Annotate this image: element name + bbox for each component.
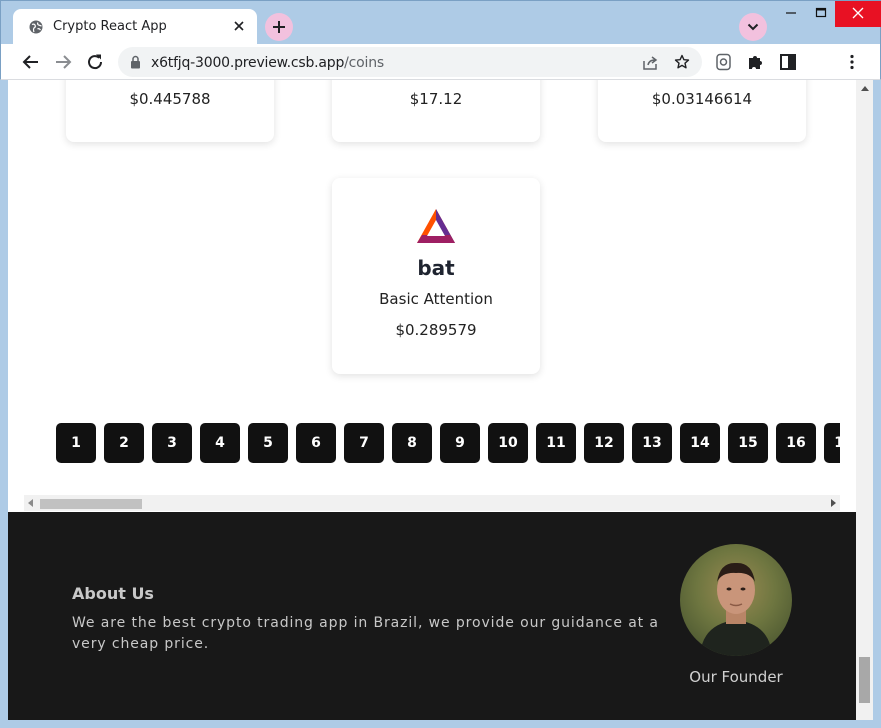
page-button[interactable]: 14 xyxy=(680,423,720,463)
page-button[interactable]: 6 xyxy=(296,423,336,463)
puzzle-extensions-icon[interactable] xyxy=(747,53,765,71)
minimize-button[interactable] xyxy=(775,1,807,27)
page-button[interactable]: 16 xyxy=(776,423,816,463)
page-button[interactable]: 17 xyxy=(824,423,840,463)
coin-price: $17.12 xyxy=(409,90,463,108)
page-button[interactable]: 11 xyxy=(536,423,576,463)
maximize-button[interactable] xyxy=(805,1,837,27)
page-button[interactable]: 15 xyxy=(728,423,768,463)
close-tab-icon[interactable] xyxy=(231,18,247,34)
maximize-icon xyxy=(815,7,827,18)
coin-price: $0.445788 xyxy=(129,90,211,108)
page-button[interactable]: 8 xyxy=(392,423,432,463)
address-bar[interactable]: x6tfjq-3000.preview.csb.app/coins xyxy=(118,47,702,77)
tab-title: Crypto React App xyxy=(53,19,167,34)
close-icon xyxy=(852,7,864,19)
scroll-up-icon[interactable] xyxy=(861,86,869,92)
browser-tab[interactable]: Crypto React App xyxy=(13,9,257,45)
chevron-down-icon xyxy=(747,23,759,31)
page-button[interactable]: 9 xyxy=(440,423,480,463)
forward-arrow-icon[interactable] xyxy=(52,51,74,73)
coin-name: Basic Attention xyxy=(379,290,493,308)
bookmark-star-icon[interactable] xyxy=(674,54,690,70)
page-button[interactable]: 1 xyxy=(56,423,96,463)
new-tab-button[interactable] xyxy=(265,13,293,41)
side-panel-icon[interactable] xyxy=(779,53,797,71)
footer: About Us We are the best crypto trading … xyxy=(8,512,856,720)
back-arrow-icon[interactable] xyxy=(20,51,42,73)
coin-price: $0.289579 xyxy=(395,321,477,339)
coin-card[interactable]: $17.12 xyxy=(332,80,540,142)
horizontal-scrollbar[interactable] xyxy=(24,495,840,511)
browser-titlebar: Crypto React App xyxy=(0,0,881,45)
window-frame-left xyxy=(0,80,8,728)
page-button[interactable]: 2 xyxy=(104,423,144,463)
about-text: We are the best crypto trading app in Br… xyxy=(72,615,659,652)
page-button[interactable]: 3 xyxy=(152,423,192,463)
window-frame-right xyxy=(873,80,881,728)
coin-symbol: bat xyxy=(417,256,455,280)
about-title: About Us xyxy=(72,584,154,603)
page-button[interactable]: 7 xyxy=(344,423,384,463)
extension-shield-icon[interactable] xyxy=(715,53,733,71)
coin-price: $0.03146614 xyxy=(651,90,753,108)
coin-card-bat[interactable]: bat Basic Attention $0.289579 xyxy=(332,178,540,374)
page-button[interactable]: 10 xyxy=(488,423,528,463)
page-viewport: $0.445788 $17.12 $0.03146614 bat Basic A… xyxy=(8,80,856,720)
url-host: x6tfjq-3000.preview.csb.app xyxy=(151,55,345,71)
founder-portrait xyxy=(700,562,772,656)
reload-icon[interactable] xyxy=(84,51,106,73)
page-button[interactable]: 4 xyxy=(200,423,240,463)
founder-label: Our Founder xyxy=(689,668,783,686)
page-button[interactable]: 5 xyxy=(248,423,288,463)
vertical-scrollbar[interactable] xyxy=(856,80,873,720)
scroll-left-icon[interactable] xyxy=(28,499,34,507)
globe-icon xyxy=(29,20,43,34)
close-window-button[interactable] xyxy=(835,1,881,27)
url-text: x6tfjq-3000.preview.csb.app/coins xyxy=(151,55,384,71)
browser-toolbar: x6tfjq-3000.preview.csb.app/coins xyxy=(0,44,881,80)
page-button[interactable]: 12 xyxy=(584,423,624,463)
coin-card[interactable]: $0.03146614 xyxy=(598,80,806,142)
scroll-thumb[interactable] xyxy=(859,657,870,703)
plus-icon xyxy=(273,21,285,33)
share-icon[interactable] xyxy=(642,55,660,71)
scroll-right-icon[interactable] xyxy=(830,499,836,507)
minimize-icon xyxy=(786,12,796,14)
founder-avatar xyxy=(680,544,792,656)
window-frame-bottom xyxy=(0,720,881,728)
bat-triangle-icon xyxy=(417,209,455,243)
coin-card[interactable]: $0.445788 xyxy=(66,80,274,142)
tab-search-button[interactable] xyxy=(739,13,767,41)
url-path: /coins xyxy=(344,55,384,71)
lock-icon xyxy=(131,55,140,69)
menu-kebab-icon[interactable] xyxy=(843,53,861,71)
page-button[interactable]: 13 xyxy=(632,423,672,463)
scroll-thumb[interactable] xyxy=(40,499,142,509)
